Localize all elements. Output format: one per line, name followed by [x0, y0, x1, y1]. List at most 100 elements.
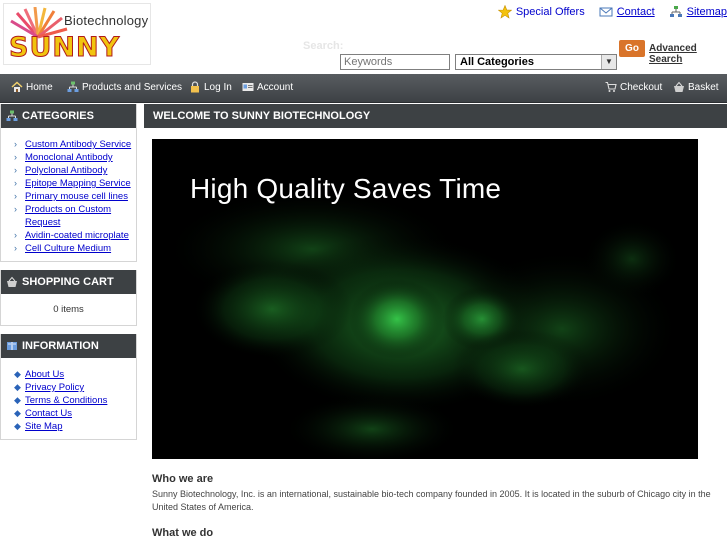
- section-heading-who-we-are: Who we are: [152, 473, 214, 485]
- diamond-bullet-icon: ◆: [14, 408, 21, 418]
- category-link-primary-mouse[interactable]: Primary mouse cell lines: [25, 191, 128, 202]
- top-links: Special Offers Contact Sitemap: [484, 4, 727, 20]
- diamond-bullet-icon: ◆: [14, 395, 21, 405]
- list-item: › Products on Custom Request: [11, 203, 136, 229]
- category-link-custom-antibody[interactable]: Custom Antibody Service: [25, 139, 131, 150]
- main-content: WELCOME TO SUNNY BIOTECHNOLOGY High Qual…: [144, 104, 727, 539]
- toplink-special-offers[interactable]: Special Offers: [497, 5, 585, 19]
- shopping-cart-box: SHOPPING CART 0 items: [0, 270, 137, 326]
- categories-box: CATEGORIES › Custom Antibody Service › Mon…: [0, 104, 137, 262]
- envelope-icon: [599, 7, 613, 17]
- star-icon: [497, 5, 512, 19]
- basket-icon: [7, 276, 17, 287]
- nav-basket-label: Basket: [688, 81, 719, 93]
- category-link-cell-culture[interactable]: Cell Culture Medium: [25, 243, 111, 254]
- nav-account-label: Account: [257, 81, 294, 93]
- shopping-cart-header: SHOPPING CART: [1, 270, 136, 294]
- list-item: › Avidin-coated microplate: [11, 229, 136, 242]
- logo-text-biotechnology: Biotechnology: [64, 13, 149, 28]
- list-item: ◆ Privacy Policy: [11, 381, 136, 394]
- info-link-site-map[interactable]: Site Map: [25, 421, 63, 432]
- site-header: Biotechnology SUNNY Special Offers Conta…: [0, 0, 727, 74]
- nav-login-label: Log In: [204, 81, 232, 93]
- category-select[interactable]: All Categories ▼: [455, 54, 617, 70]
- diamond-bullet-icon: ◆: [14, 369, 21, 379]
- shopping-cart-title: SHOPPING CART: [22, 276, 114, 288]
- chevron-down-icon[interactable]: ▼: [601, 55, 616, 69]
- nav-basket[interactable]: Basket: [673, 81, 719, 93]
- page-title: WELCOME TO SUNNY BIOTECHNOLOGY: [144, 104, 727, 128]
- section-heading-what-we-do: What we do: [152, 527, 214, 539]
- categories-list: › Custom Antibody Service › Monoclonal Ant…: [1, 128, 136, 261]
- category-link-avidin[interactable]: Avidin-coated microplate: [25, 230, 129, 241]
- information-list: ◆ About Us ◆ Privacy Policy ◆ Terms & Condi…: [1, 358, 136, 439]
- info-link-terms[interactable]: Terms & Conditions: [25, 395, 107, 406]
- category-link-monoclonal[interactable]: Monoclonal Antibody: [25, 152, 113, 163]
- category-link-polyclonal[interactable]: Polyclonal Antibody: [25, 165, 107, 176]
- hero-headline: High Quality Saves Time: [190, 173, 502, 204]
- list-item: ◆ About Us: [11, 368, 136, 381]
- sitemap-icon: [6, 110, 18, 121]
- sitemap-icon: [669, 6, 682, 17]
- arrow-bullet-icon: ›: [14, 139, 17, 149]
- logo-text-sunny: SUNNY: [8, 32, 121, 64]
- list-item: › Epitope Mapping Service: [11, 177, 136, 190]
- nav-account[interactable]: Account: [242, 81, 293, 93]
- search-label: Search:: [303, 40, 344, 52]
- book-icon: [7, 342, 17, 350]
- arrow-bullet-icon: ›: [14, 178, 17, 188]
- keywords-input[interactable]: [340, 54, 450, 70]
- nav-home-label: Home: [26, 81, 53, 93]
- info-link-privacy-policy[interactable]: Privacy Policy: [25, 382, 84, 393]
- hero-banner[interactable]: High Quality Saves Time: [152, 139, 698, 459]
- list-item: ◆ Terms & Conditions: [11, 394, 136, 407]
- main-nav: Home Products and Services Log In Accoun…: [0, 74, 727, 103]
- list-item: ◆ Site Map: [11, 420, 136, 433]
- sitemap-icon: [67, 81, 79, 92]
- cart-icon: [605, 81, 617, 92]
- lock-icon: [191, 81, 199, 93]
- nav-checkout-label: Checkout: [620, 81, 663, 93]
- section-body-who-we-are: Sunny Biotechnology, Inc. is an internat…: [152, 489, 711, 512]
- cart-summary: 0 items: [53, 304, 84, 315]
- arrow-bullet-icon: ›: [14, 152, 17, 162]
- home-icon: [11, 81, 23, 92]
- arrow-bullet-icon: ›: [14, 191, 17, 201]
- list-item: › Primary mouse cell lines: [11, 190, 136, 203]
- category-link-custom-request[interactable]: Products on Custom Request: [25, 204, 111, 228]
- info-link-about-us[interactable]: About Us: [25, 369, 64, 380]
- special-offers-link[interactable]: Special Offers: [516, 6, 585, 18]
- category-link-epitope[interactable]: Epitope Mapping Service: [25, 178, 131, 189]
- list-item: › Custom Antibody Service: [11, 138, 136, 151]
- diamond-bullet-icon: ◆: [14, 421, 21, 431]
- contact-link[interactable]: Contact: [617, 6, 655, 18]
- toplink-sitemap[interactable]: Sitemap: [669, 5, 727, 19]
- nav-home[interactable]: Home: [11, 81, 53, 93]
- site-logo[interactable]: Biotechnology SUNNY: [3, 3, 151, 65]
- diamond-bullet-icon: ◆: [14, 382, 21, 392]
- sitemap-link[interactable]: Sitemap: [687, 6, 727, 18]
- nav-products-label: Products and Services: [82, 81, 183, 93]
- info-link-contact-us[interactable]: Contact Us: [25, 408, 72, 419]
- advanced-search-link[interactable]: Advanced Search: [649, 43, 727, 65]
- categories-title: CATEGORIES: [22, 110, 94, 122]
- sidebar: CATEGORIES › Custom Antibody Service › Mon…: [0, 104, 137, 448]
- list-item: › Cell Culture Medium: [11, 242, 136, 255]
- nav-log-in[interactable]: Log In: [189, 81, 232, 93]
- list-item: › Monoclonal Antibody: [11, 151, 136, 164]
- toplink-contact[interactable]: Contact: [599, 5, 655, 19]
- id-card-icon: [242, 83, 254, 91]
- information-box: INFORMATION ◆ About Us ◆ Privacy Policy ◆ T…: [0, 334, 137, 440]
- list-item: › Polyclonal Antibody: [11, 164, 136, 177]
- arrow-bullet-icon: ›: [14, 243, 17, 253]
- arrow-bullet-icon: ›: [14, 204, 17, 214]
- information-title: INFORMATION: [22, 340, 99, 352]
- nav-products-services[interactable]: Products and Services: [67, 81, 182, 93]
- categories-header: CATEGORIES: [1, 104, 136, 128]
- arrow-bullet-icon: ›: [14, 165, 17, 175]
- go-button[interactable]: Go: [619, 40, 645, 57]
- basket-icon: [674, 81, 684, 92]
- category-select-value: All Categories: [460, 56, 534, 68]
- nav-checkout[interactable]: Checkout: [605, 81, 662, 93]
- information-header: INFORMATION: [1, 334, 136, 358]
